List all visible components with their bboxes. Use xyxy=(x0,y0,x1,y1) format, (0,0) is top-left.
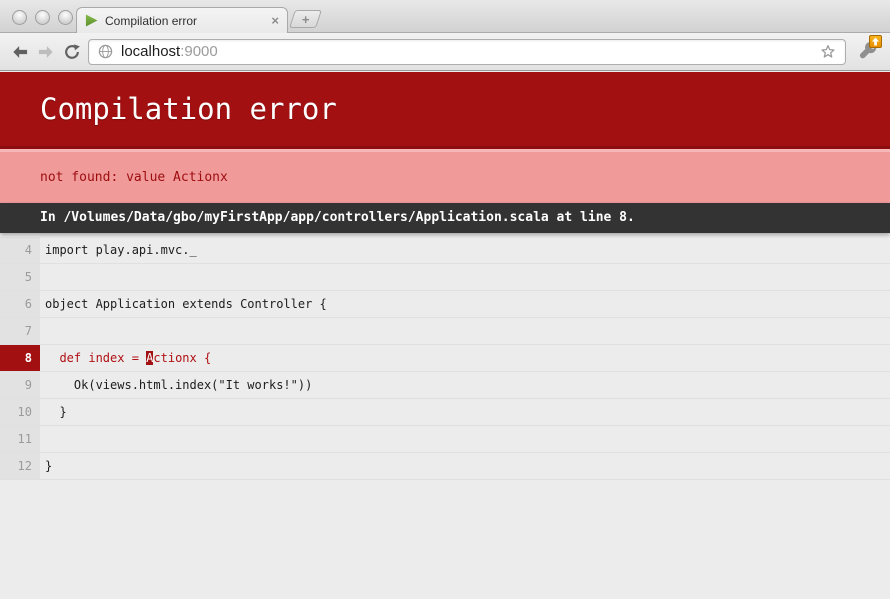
line-source: object Application extends Controller { xyxy=(40,291,890,317)
line-number: 4 xyxy=(0,237,40,263)
plus-icon: + xyxy=(302,12,310,27)
line-source: def index = Actionx { xyxy=(40,345,890,371)
code-line: 7 xyxy=(0,318,890,345)
window-controls xyxy=(12,10,73,25)
forward-arrow-icon xyxy=(36,42,56,62)
line-source: Ok(views.html.index("It works!")) xyxy=(40,372,890,398)
page-title: Compilation error xyxy=(40,92,337,126)
line-source: } xyxy=(40,399,890,425)
line-source xyxy=(40,426,890,452)
error-location-bar: In /Volumes/Data/gbo/myFirstApp/app/cont… xyxy=(0,203,890,233)
window-zoom-button[interactable] xyxy=(58,10,73,25)
reload-icon xyxy=(62,42,82,62)
code-line: 10 } xyxy=(0,399,890,426)
line-source xyxy=(40,264,890,290)
reload-button[interactable] xyxy=(62,39,82,65)
line-number: 10 xyxy=(0,399,40,425)
error-page: Compilation error not found: value Actio… xyxy=(0,72,890,599)
code-listing: 4import play.api.mvc._56object Applicati… xyxy=(0,233,890,480)
line-number: 12 xyxy=(0,453,40,479)
tab-close-icon[interactable]: × xyxy=(271,14,279,27)
address-bar[interactable]: localhost:9000 xyxy=(88,39,846,65)
error-message-bar: not found: value Actionx xyxy=(0,149,890,203)
line-source: import play.api.mvc._ xyxy=(40,237,890,263)
code-line: 12} xyxy=(0,453,890,480)
back-arrow-icon xyxy=(10,42,30,62)
window-close-button[interactable] xyxy=(12,10,27,25)
line-number: 8 xyxy=(0,345,40,371)
play-favicon-icon xyxy=(85,14,98,27)
tab-title: Compilation error xyxy=(105,14,264,28)
bookmark-star-icon[interactable] xyxy=(819,43,837,61)
error-message: not found: value Actionx xyxy=(40,170,228,185)
line-number: 6 xyxy=(0,291,40,317)
code-line: 9 Ok(views.html.index("It works!")) xyxy=(0,372,890,399)
window-minimize-button[interactable] xyxy=(35,10,50,25)
back-button[interactable] xyxy=(10,39,30,65)
code-line: 11 xyxy=(0,426,890,453)
browser-tab[interactable]: Compilation error × xyxy=(76,7,288,33)
globe-icon xyxy=(97,43,114,60)
line-number: 9 xyxy=(0,372,40,398)
update-badge-icon xyxy=(869,35,882,48)
code-line: 5 xyxy=(0,264,890,291)
code-line-error: 8 def index = Actionx { xyxy=(0,345,890,372)
browser-toolbar: localhost:9000 xyxy=(0,33,890,71)
forward-button[interactable] xyxy=(36,39,56,65)
error-location: In /Volumes/Data/gbo/myFirstApp/app/cont… xyxy=(40,210,635,225)
browser-menu-button[interactable] xyxy=(858,38,880,66)
error-header: Compilation error xyxy=(0,72,890,149)
url-port: :9000 xyxy=(180,43,218,60)
code-line: 6object Application extends Controller { xyxy=(0,291,890,318)
code-line: 4import play.api.mvc._ xyxy=(0,237,890,264)
tab-strip: Compilation error × + xyxy=(0,0,890,33)
line-number: 7 xyxy=(0,318,40,344)
line-number: 5 xyxy=(0,264,40,290)
new-tab-button[interactable]: + xyxy=(289,10,322,28)
line-source: } xyxy=(40,453,890,479)
line-source xyxy=(40,318,890,344)
url-host: localhost xyxy=(121,43,180,60)
url-text[interactable]: localhost:9000 xyxy=(121,43,812,60)
line-number: 11 xyxy=(0,426,40,452)
error-marker: A xyxy=(146,351,153,365)
